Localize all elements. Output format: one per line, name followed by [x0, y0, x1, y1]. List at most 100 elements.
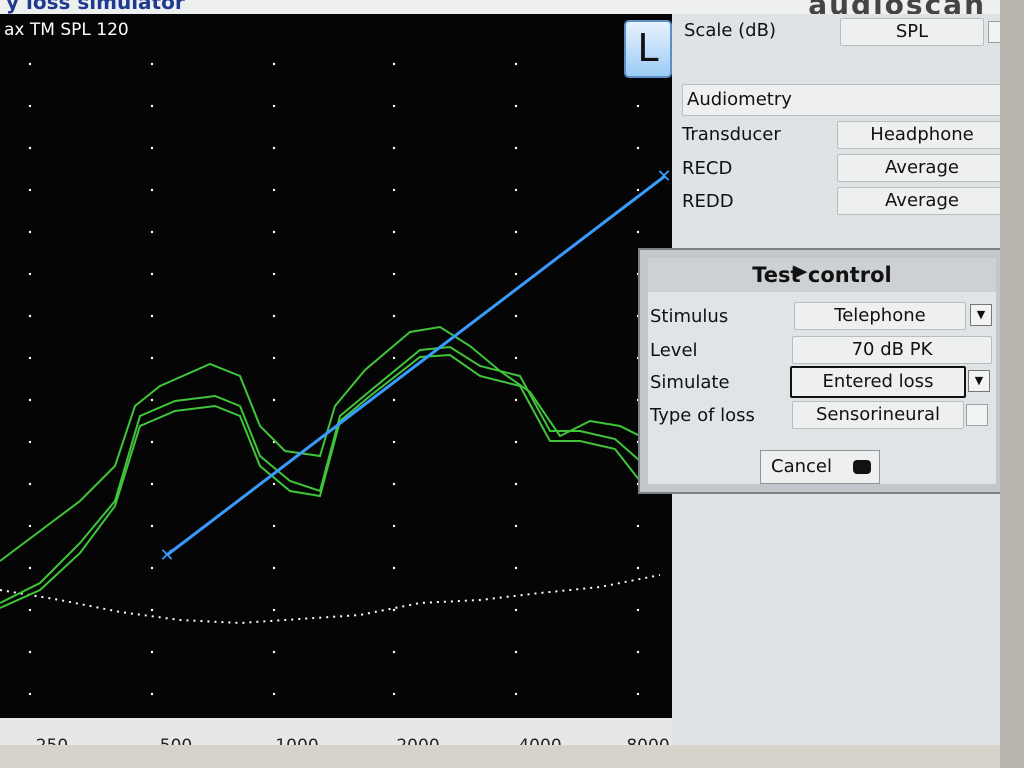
simulate-field[interactable]: Entered loss — [790, 366, 966, 398]
simulate-label: Simulate — [650, 372, 730, 393]
response-curve-inner — [0, 353, 641, 609]
grid-dot — [636, 524, 640, 528]
grid-dot — [392, 482, 396, 486]
grid-dot — [272, 188, 276, 192]
grid-dot — [272, 524, 276, 528]
loss-type-checkbox[interactable] — [966, 404, 988, 426]
grid-dot — [392, 104, 396, 108]
grid-dot — [514, 692, 518, 696]
target-start-marker: ✕ — [159, 545, 174, 566]
grid-dot — [392, 692, 396, 696]
grid-dot — [28, 692, 32, 696]
grid-dot — [636, 104, 640, 108]
grid-dot — [392, 230, 396, 234]
grid-dot — [28, 524, 32, 528]
grid-dot — [636, 230, 640, 234]
grid-dot — [392, 146, 396, 150]
grid-dot — [514, 440, 518, 444]
grid-dot — [392, 566, 396, 570]
grid-dot — [150, 146, 154, 150]
grid-dot — [28, 146, 32, 150]
response-curve-middle — [0, 345, 641, 604]
grid-dot — [150, 62, 154, 66]
grid-dot — [272, 482, 276, 486]
grid-dot — [150, 230, 154, 234]
grid-dot — [636, 608, 640, 612]
grid-dot — [28, 230, 32, 234]
grid-dot — [272, 62, 276, 66]
level-label: Level — [650, 340, 698, 361]
simulate-dropdown-icon[interactable]: ▼ — [968, 370, 990, 392]
grid-dot — [150, 608, 154, 612]
mouse-cursor-icon: ➤ — [790, 260, 809, 285]
grid-dot — [514, 356, 518, 360]
scale-field[interactable]: SPL — [840, 18, 984, 46]
grid-dot — [150, 356, 154, 360]
grid-dot — [272, 314, 276, 318]
grid-dot — [514, 188, 518, 192]
graph-grid — [28, 62, 640, 696]
grid-dot — [514, 650, 518, 654]
grid-dot — [636, 188, 640, 192]
redd-label: REDD — [682, 191, 734, 212]
grid-dot — [28, 62, 32, 66]
cancel-label: Cancel — [771, 456, 832, 477]
grid-dot — [636, 650, 640, 654]
recd-field[interactable]: Average — [837, 154, 1007, 182]
grid-dot — [514, 314, 518, 318]
scale-label: Scale (dB) — [684, 20, 776, 41]
grid-dot — [150, 566, 154, 570]
grid-dot — [272, 146, 276, 150]
grid-dot — [28, 440, 32, 444]
grid-dot — [150, 692, 154, 696]
grid-dot — [392, 62, 396, 66]
dialog-body: Test control Stimulus Telephone ▼ Level … — [648, 258, 996, 484]
grid-dot — [28, 608, 32, 612]
spl-graph: ✕ ✕ — [0, 62, 672, 696]
stimulus-label: Stimulus — [650, 306, 729, 327]
grid-dot — [150, 482, 154, 486]
redd-field[interactable]: Average — [837, 187, 1007, 215]
transducer-field[interactable]: Headphone — [837, 121, 1007, 149]
grid-dot — [272, 566, 276, 570]
ear-select-button[interactable]: L — [624, 20, 672, 78]
grid-dot — [272, 272, 276, 276]
grid-dot — [28, 314, 32, 318]
grid-dot — [150, 440, 154, 444]
grid-dot — [150, 272, 154, 276]
noise-floor-curve — [0, 574, 661, 625]
grid-dot — [514, 104, 518, 108]
stimulus-dropdown-icon[interactable]: ▼ — [970, 304, 992, 326]
loss-type-field[interactable]: Sensorineural — [792, 401, 964, 429]
target-line — [166, 174, 666, 557]
grid-dot — [514, 524, 518, 528]
grid-dot — [514, 230, 518, 234]
grid-dot — [392, 524, 396, 528]
transducer-label: Transducer — [682, 124, 781, 145]
grid-dot — [636, 146, 640, 150]
grid-dot — [636, 692, 640, 696]
grid-dot — [28, 398, 32, 402]
grid-dot — [392, 608, 396, 612]
test-control-dialog: Test control Stimulus Telephone ▼ Level … — [638, 248, 1006, 494]
grid-dot — [636, 566, 640, 570]
grid-dot — [514, 482, 518, 486]
grid-dot — [392, 272, 396, 276]
grid-dot — [150, 314, 154, 318]
grid-dot — [272, 650, 276, 654]
grid-dot — [392, 398, 396, 402]
cancel-indicator-icon — [853, 460, 871, 474]
grid-dot — [150, 188, 154, 192]
grid-dot — [272, 104, 276, 108]
grid-dot — [150, 650, 154, 654]
grid-dot — [28, 566, 32, 570]
grid-dot — [514, 566, 518, 570]
cancel-button[interactable]: Cancel — [760, 450, 880, 484]
grid-dot — [28, 272, 32, 276]
stimulus-field[interactable]: Telephone — [794, 302, 966, 330]
level-field[interactable]: 70 dB PK — [792, 336, 992, 364]
grid-dot — [150, 398, 154, 402]
grid-dot — [514, 272, 518, 276]
grid-dot — [514, 62, 518, 66]
audiometry-button[interactable]: Audiometry — [682, 84, 1010, 116]
